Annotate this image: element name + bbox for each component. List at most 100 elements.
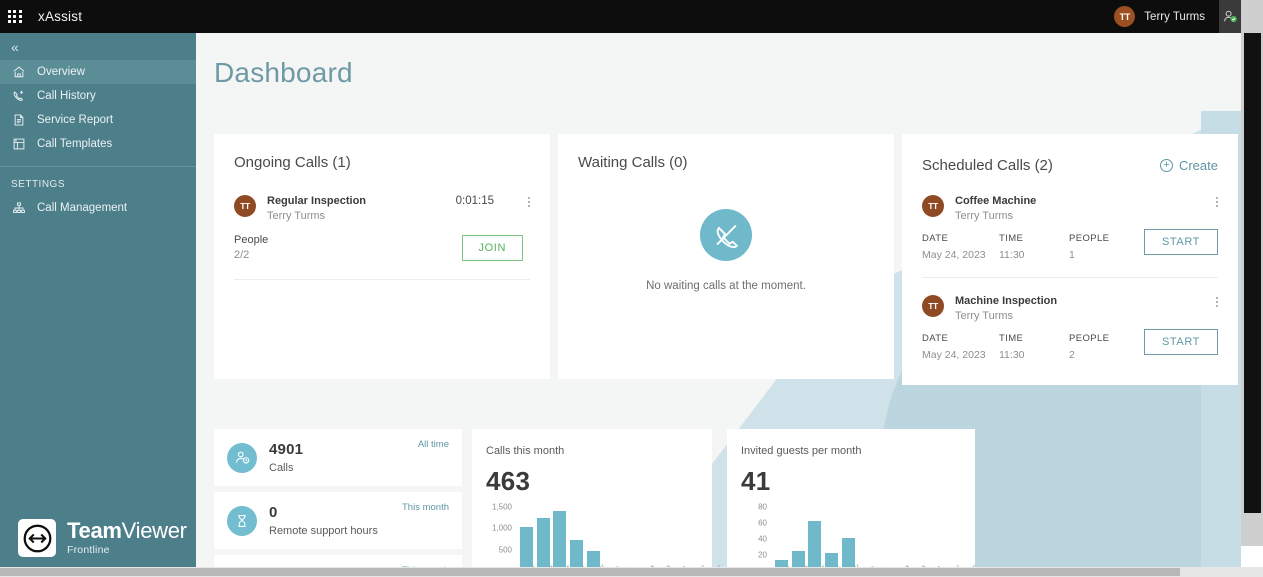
create-label: Create [1178, 158, 1218, 173]
kebab-menu-icon[interactable] [1216, 195, 1218, 209]
bar-slot [552, 507, 569, 571]
people-value: 2/2 [234, 249, 250, 261]
chart-headline-value: 41 [741, 466, 771, 496]
bar-series [518, 507, 720, 571]
titlebar-right: TT Terry Turms [1114, 0, 1241, 33]
waiting-calls-card: Waiting Calls (0) No waiting calls at th… [558, 134, 894, 379]
column-header-people: PEOPLE [1069, 233, 1110, 244]
ongoing-call-row[interactable]: TT Regular Inspection Terry Turms 0:01:1… [234, 195, 530, 222]
kebab-menu-icon[interactable] [1216, 295, 1218, 309]
brand-bold: Team [67, 518, 122, 544]
bar-slot [857, 507, 874, 571]
column-header-people: PEOPLE [1069, 333, 1110, 344]
avatar: TT [234, 195, 256, 217]
vertical-scrollbar[interactable] [1241, 0, 1263, 546]
sidebar-item-call-management[interactable]: Call Management [0, 196, 196, 220]
chevron-double-left-icon: « [11, 38, 19, 55]
column-header-time: TIME [999, 333, 1024, 344]
dashboard-window: xAssist TT Terry Turms « Overview Call H… [0, 0, 1263, 577]
bar-slot [823, 507, 840, 571]
chart-title: Invited guests per month [741, 445, 862, 457]
sidebar-item-call-history[interactable]: Call History [0, 84, 196, 108]
scheduled-call-row[interactable]: TT Coffee Machine Terry Turms DATE May 2… [922, 195, 1218, 261]
stat-value: 0 [269, 504, 278, 521]
chart-headline-value: 463 [486, 466, 531, 496]
stat-label: Remote support hours [269, 525, 378, 537]
document-icon [11, 113, 26, 128]
y-axis-tick: 1,500 [491, 502, 512, 512]
phone-missed-icon [700, 209, 752, 261]
y-axis: 806040200 [741, 503, 771, 576]
user-online-icon[interactable] [1219, 0, 1241, 33]
stat-card-calls[interactable]: 4901 Calls All time [214, 429, 462, 486]
list-divider [922, 277, 1218, 278]
grid-apps-icon[interactable] [8, 9, 22, 24]
call-people: 1 [1069, 249, 1075, 261]
bar-slot [518, 507, 535, 571]
avatar[interactable]: TT [1114, 6, 1136, 27]
org-tree-icon [11, 201, 26, 216]
sidebar-section-settings: SETTINGS [11, 179, 66, 190]
call-date: May 24, 2023 [922, 249, 986, 261]
avatar: TT [922, 295, 944, 317]
y-axis: 1,5001,0005000 [486, 503, 516, 576]
start-button[interactable]: START [1143, 329, 1218, 355]
teamviewer-frontline-logo: TeamViewer Frontline [18, 519, 187, 557]
call-host: Terry Turms [955, 310, 1014, 322]
column-header-date: DATE [922, 333, 949, 344]
call-time: 11:30 [999, 349, 1025, 361]
chart-title: Calls this month [486, 445, 565, 457]
title-bar: xAssist TT Terry Turms [0, 0, 1241, 33]
sidebar-item-service-report[interactable]: Service Report [0, 108, 196, 132]
bar-slot [669, 507, 686, 571]
y-axis-tick: 20 [758, 550, 767, 560]
call-name: Regular Inspection [267, 195, 367, 207]
call-date: May 24, 2023 [922, 349, 986, 361]
scheduled-call-row[interactable]: TT Machine Inspection Terry Turms DATE M… [922, 295, 1218, 361]
sidebar-item-label: Call Templates [37, 138, 113, 150]
app-title: xAssist [38, 9, 83, 24]
list-divider [234, 279, 530, 280]
sidebar-collapse-button[interactable]: « [0, 33, 196, 60]
sidebar-nav: Overview Call History Service Report Cal… [0, 60, 196, 156]
bar-slot [619, 507, 636, 571]
bar-slot [602, 507, 619, 571]
bar-slot [924, 507, 941, 571]
bar-slot [568, 507, 585, 571]
horizontal-scrollbar-thumb[interactable] [0, 568, 1180, 576]
phone-history-icon [11, 89, 26, 104]
bar-slot [907, 507, 924, 571]
join-button[interactable]: JOIN [461, 235, 523, 261]
call-name: Machine Inspection [955, 295, 1058, 307]
hourglass-icon [227, 505, 257, 536]
stat-label: Calls [269, 462, 294, 474]
create-scheduled-call-button[interactable]: + Create [1159, 158, 1218, 173]
bar-slot [652, 507, 669, 571]
avatar: TT [922, 195, 944, 217]
account-name[interactable]: Terry Turms [1144, 11, 1205, 23]
sidebar-item-call-templates[interactable]: Call Templates [0, 132, 196, 156]
ongoing-calls-title: Ongoing Calls (1) [234, 154, 351, 171]
call-time: 11:30 [999, 249, 1025, 261]
home-icon [11, 65, 26, 80]
brand-light: Viewer [121, 518, 187, 544]
vertical-scrollbar-thumb[interactable] [1244, 33, 1261, 513]
sidebar-item-label: Service Report [37, 114, 114, 126]
sidebar-item-label: Call Management [37, 202, 128, 214]
kebab-menu-icon[interactable] [528, 195, 530, 209]
waiting-calls-title: Waiting Calls (0) [578, 154, 688, 171]
sidebar-item-label: Overview [37, 66, 85, 78]
template-grid-icon [11, 137, 26, 152]
sidebar-item-overview[interactable]: Overview [0, 60, 196, 84]
scheduled-calls-card: Scheduled Calls (2) + Create TT Coffee M… [902, 134, 1238, 385]
bar-slot [790, 507, 807, 571]
column-header-time: TIME [999, 233, 1024, 244]
teamviewer-arrows-icon [18, 519, 56, 557]
call-host: Terry Turms [955, 210, 1014, 222]
y-axis-tick: 60 [758, 518, 767, 528]
horizontal-scrollbar[interactable] [0, 567, 1263, 577]
start-button[interactable]: START [1143, 229, 1218, 255]
stat-card-remote-support-hours[interactable]: 0 Remote support hours This month [214, 492, 462, 549]
waiting-empty-text: No waiting calls at the moment. [646, 280, 806, 292]
bar-slot [807, 507, 824, 571]
